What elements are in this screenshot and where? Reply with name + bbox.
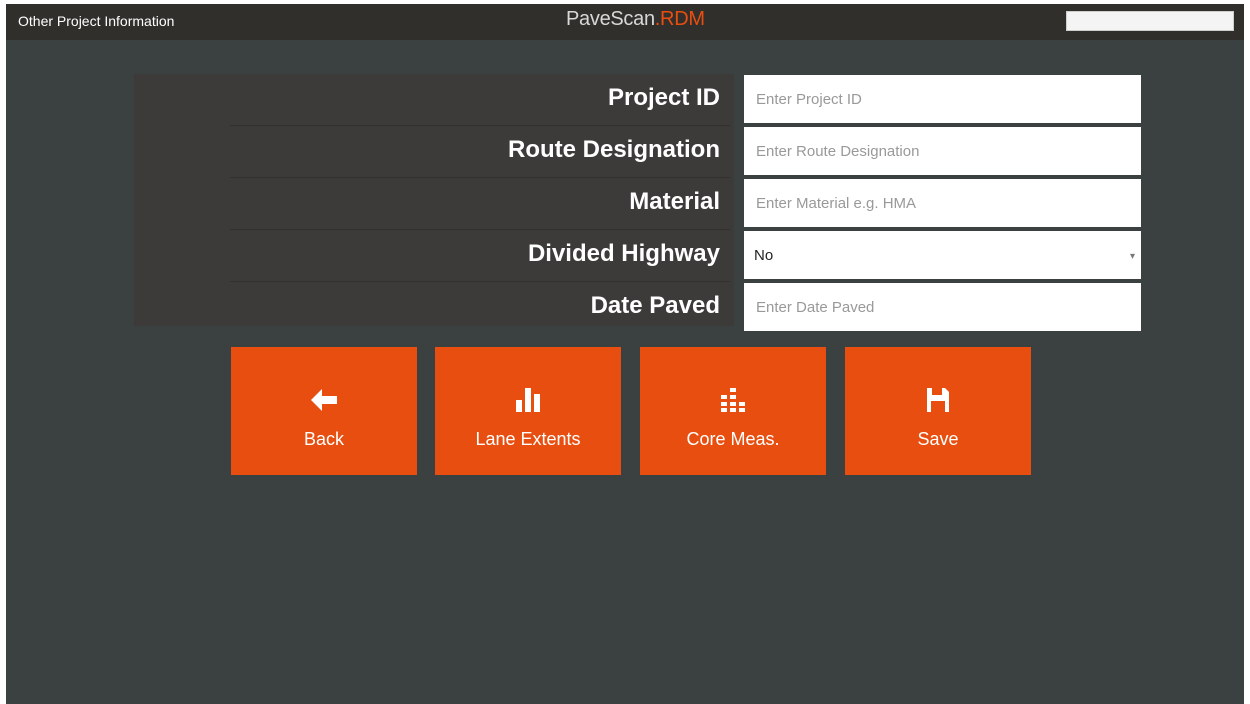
field-row-divided-highway: Divided Highway No ▾: [230, 231, 1142, 279]
core-grid-icon: [640, 385, 826, 415]
material-field-box[interactable]: [744, 178, 1141, 228]
field-row-route-designation: Route Designation: [230, 126, 1142, 176]
lane-extents-button-label: Lane Extents: [475, 429, 581, 449]
date-paved-label: Date Paved: [590, 292, 720, 319]
field-row-project-id: Project ID: [230, 74, 1142, 124]
top-search-input[interactable]: [1066, 11, 1234, 31]
route-designation-label: Route Designation: [507, 136, 720, 163]
app-window: Other Project Information PaveScan.RDM P…: [6, 4, 1244, 704]
brand-name: PaveScan: [566, 8, 655, 30]
brand-logo: PaveScan.RDM: [566, 8, 705, 31]
field-row-material: Material: [230, 178, 1142, 228]
divided-highway-label: Divided Highway: [527, 240, 720, 267]
floppy-disk-icon: [845, 385, 1031, 415]
divided-highway-select[interactable]: No ▾: [744, 231, 1141, 279]
lane-extents-button[interactable]: Lane Extents: [435, 347, 621, 475]
project-id-field-box[interactable]: [744, 74, 1141, 124]
divider: [230, 229, 730, 230]
divided-highway-value: No: [754, 246, 774, 264]
route-designation-field-box[interactable]: [744, 126, 1141, 176]
material-label: Material: [629, 188, 720, 215]
material-input[interactable]: [754, 178, 1141, 228]
project-id-input[interactable]: [754, 74, 1141, 124]
top-bar: Other Project Information PaveScan.RDM: [6, 4, 1244, 40]
divider: [230, 177, 730, 178]
route-designation-input[interactable]: [754, 126, 1141, 176]
back-button-label: Back: [303, 429, 345, 449]
core-meas-button-label: Core Meas.: [686, 429, 780, 449]
brand-suffix: RDM: [660, 8, 705, 30]
back-button[interactable]: Back: [231, 347, 417, 475]
date-paved-input[interactable]: [754, 282, 1141, 332]
field-row-date-paved: Date Paved: [230, 282, 1142, 332]
divider: [230, 281, 730, 282]
bar-chart-icon: [435, 385, 621, 415]
dropdown-caret-icon: ▾: [1129, 251, 1135, 262]
window-title: Other Project Information: [18, 13, 175, 29]
date-paved-field-box[interactable]: [744, 282, 1141, 332]
save-button[interactable]: Save: [845, 347, 1031, 475]
save-button-label: Save: [917, 429, 959, 449]
core-meas-button[interactable]: Core Meas.: [640, 347, 826, 475]
divider: [230, 125, 730, 126]
project-id-label: Project ID: [607, 84, 720, 111]
arrow-left-icon: [231, 385, 417, 415]
